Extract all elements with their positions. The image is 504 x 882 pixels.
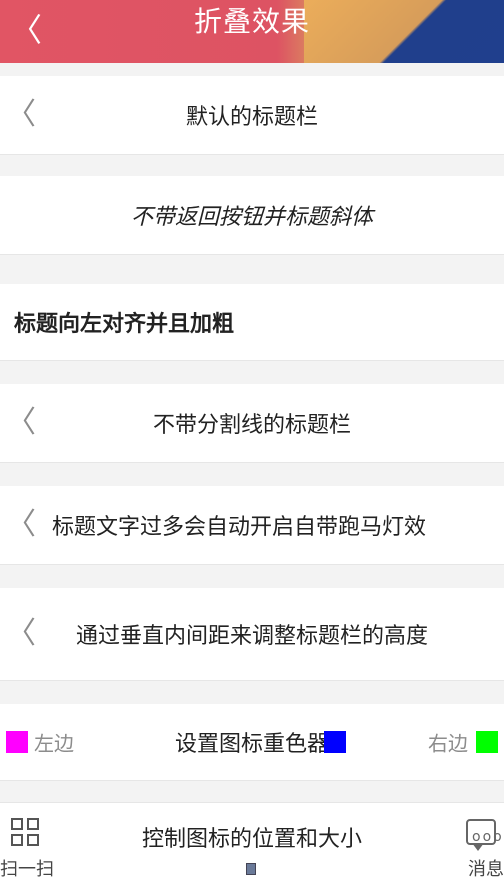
titlebar-marquee-title: 标题文字过多会自动开启自带跑马灯效: [52, 515, 427, 540]
titlebar-padding: 〈 通过垂直内间距来调整标题栏的高度: [0, 588, 504, 681]
message-dots-icon: ooo: [472, 829, 504, 845]
titlebar-no-divider: 〈 不带分割线的标题栏: [0, 384, 504, 463]
right-label: 右边: [428, 731, 468, 756]
small-doc-icon: [246, 863, 256, 875]
titlebar-marquee: 〈 标题文字过多会自动开启自带跑马灯效: [0, 486, 504, 565]
titlebar-italic: 不带返回按钮并标题斜体: [0, 176, 504, 255]
screen: 〈 折叠效果 〈 默认的标题栏 不带返回按钮并标题斜体 标题向左对齐并且加粗 〈…: [0, 0, 504, 882]
scan-label: 扫一扫: [0, 859, 54, 880]
bottom-titlebar: 扫一扫 控制图标的位置和大小 ooo 消息: [0, 802, 504, 882]
titlebar-colors: 左边 设置图标重色器 右边: [0, 704, 504, 781]
titlebar-no-divider-title: 不带分割线的标题栏: [152, 413, 351, 438]
message-icon[interactable]: ooo: [466, 819, 502, 851]
left-color-swatch-icon[interactable]: [6, 731, 28, 753]
titlebar-italic-title: 不带返回按钮并标题斜体: [130, 205, 373, 230]
right-color-swatch-icon[interactable]: [476, 731, 498, 753]
center-color-swatch-icon[interactable]: [324, 731, 346, 753]
titlebar-default: 〈 默认的标题栏: [0, 76, 504, 155]
titlebar-left-bold: 标题向左对齐并且加粗: [0, 284, 504, 361]
collapsing-header: 〈 折叠效果: [0, 0, 504, 63]
left-label: 左边: [34, 731, 74, 756]
titlebar-left-bold-title: 标题向左对齐并且加粗: [14, 312, 235, 337]
back-chevron-icon[interactable]: 〈: [6, 510, 36, 540]
header-title: 折叠效果: [193, 5, 310, 38]
message-label: 消息: [468, 859, 504, 880]
titlebar-padding-title: 通过垂直内间距来调整标题栏的高度: [75, 624, 428, 649]
titlebar-default-title: 默认的标题栏: [185, 105, 318, 130]
bottom-title: 控制图标的位置和大小: [141, 827, 362, 852]
